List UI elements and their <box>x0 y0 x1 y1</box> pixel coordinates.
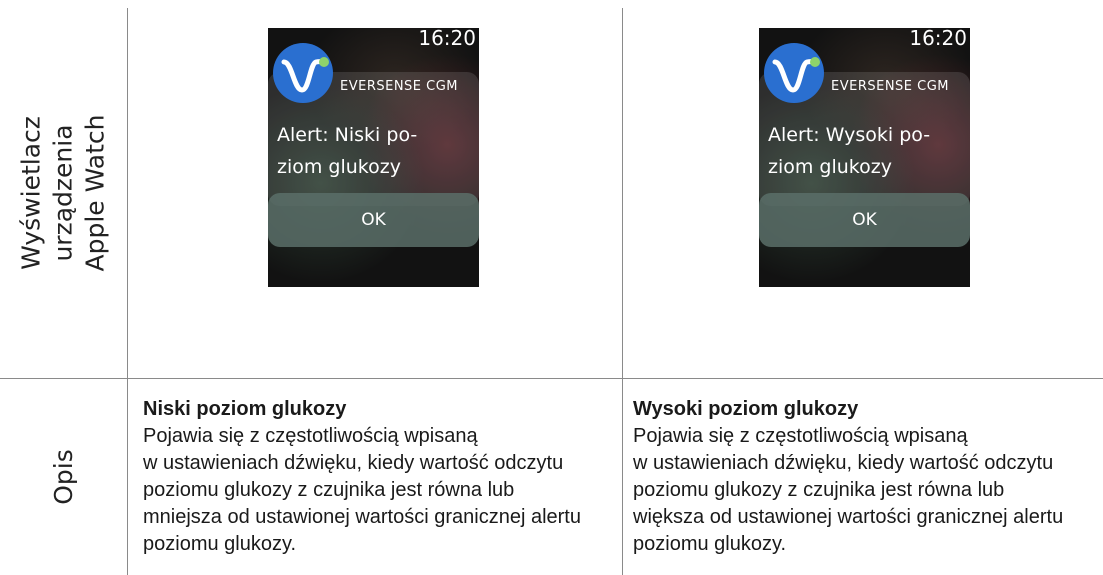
row-header-description: Opis <box>0 379 127 575</box>
description-high: Wysoki poziom glukozy Pojawia się z częs… <box>633 396 1103 558</box>
description-line: poziomu glukozy. <box>143 533 297 555</box>
alert-message: Alert: Niski po- ziom glukozy <box>277 119 472 183</box>
app-name: EVERSENSE CGM <box>340 79 459 94</box>
description-line: poziomu glukozy z czujnika jest równa lu… <box>143 479 515 501</box>
eversense-logo-icon <box>273 43 333 103</box>
description-title: Niski poziom glukozy <box>143 398 347 420</box>
row-header-line: Opis <box>48 449 78 505</box>
description-line: Pojawia się z częstotliwością wpisaną <box>633 425 968 447</box>
alert-message: Alert: Wysoki po- ziom glukozy <box>768 119 963 183</box>
table-left-border <box>127 8 128 575</box>
alert-line: Alert: Wysoki po- <box>768 124 931 146</box>
ok-button-label: OK <box>361 210 386 230</box>
app-name: EVERSENSE CGM <box>831 79 950 94</box>
description-line: poziomu glukozy. <box>633 533 787 555</box>
description-line: Pojawia się z częstotliwością wpisaną <box>143 425 478 447</box>
row-header-display: Wyświetlacz urządzenia Apple Watch <box>0 8 127 378</box>
ok-button[interactable]: OK <box>268 193 479 247</box>
description-line: mniejsza od ustawionej wartości graniczn… <box>143 506 581 528</box>
watch-screen-low: 16:20 EVERSENSE CGM Alert: Niski po- zio… <box>268 28 479 287</box>
description-low: Niski poziom glukozy Pojawia się z częst… <box>143 396 613 558</box>
watch-time: 16:20 <box>909 28 967 50</box>
eversense-logo-icon <box>764 43 824 103</box>
description-line: w ustawieniach dźwięku, kiedy wartość od… <box>143 452 564 474</box>
alert-line: ziom glukozy <box>277 156 401 178</box>
watch-screen-high: 16:20 EVERSENSE CGM Alert: Wysoki po- zi… <box>759 28 970 287</box>
row-header-line: Apple Watch <box>80 114 110 272</box>
alert-line: ziom glukozy <box>768 156 892 178</box>
description-line: poziomu glukozy z czujnika jest równa lu… <box>633 479 1005 501</box>
description-line: w ustawieniach dźwięku, kiedy wartość od… <box>633 452 1054 474</box>
row-divider <box>0 378 1103 379</box>
watch-time: 16:20 <box>418 28 476 50</box>
description-line: większa od ustawionej wartości graniczne… <box>633 506 1064 528</box>
ok-button[interactable]: OK <box>759 193 970 247</box>
row-header-line: urządzenia <box>48 124 78 262</box>
column-divider <box>622 8 623 575</box>
alert-line: Alert: Niski po- <box>277 124 418 146</box>
row-header-line: Wyświetlacz <box>16 116 46 270</box>
ok-button-label: OK <box>852 210 877 230</box>
description-title: Wysoki poziom glukozy <box>633 398 859 420</box>
